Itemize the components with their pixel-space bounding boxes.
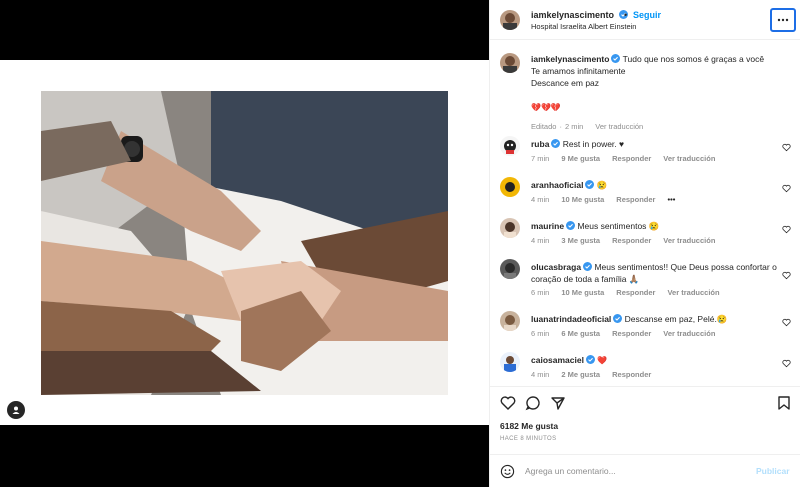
publish-button[interactable]: Publicar — [756, 466, 790, 476]
translate-link[interactable]: Ver traducción — [663, 236, 715, 245]
heart-icon[interactable] — [782, 359, 791, 368]
comment-text: ruba Rest in power. ♥ — [531, 139, 625, 149]
heart-icon[interactable] — [782, 184, 791, 193]
more-options-icon — [777, 18, 789, 22]
heart-icon[interactable] — [782, 225, 791, 234]
reply-button[interactable]: Responder — [616, 288, 655, 297]
post-sidebar: iamkelynascimento • Seguir Hospital Isra… — [489, 0, 800, 487]
reply-button[interactable]: Responder — [616, 195, 655, 204]
author-avatar[interactable] — [500, 53, 520, 73]
translate-link[interactable]: Ver traducción — [595, 122, 643, 131]
author-username[interactable]: iamkelynascimento — [531, 10, 628, 20]
verified-icon — [585, 180, 595, 189]
comment-text: luanatrindadeoficial Descanse em paz, Pe… — [531, 314, 728, 324]
bookmark-icon[interactable] — [776, 395, 792, 411]
comment-meta: 4 min 3 Me gusta Responder Ver traducción — [531, 236, 716, 245]
comment-likes[interactable]: 6 Me gusta — [561, 329, 600, 338]
verified-icon — [585, 355, 595, 364]
avatar[interactable] — [500, 177, 520, 197]
follow-button[interactable]: Seguir — [633, 10, 661, 20]
comment-likes[interactable]: 2 Me gusta — [561, 370, 600, 379]
more-options-button[interactable] — [770, 8, 796, 32]
caption-text: iamkelynascimento Tudo que nos somos é g… — [531, 54, 765, 112]
comment-likes[interactable]: 9 Me gusta — [561, 154, 600, 163]
comment-icon[interactable] — [525, 395, 541, 411]
avatar[interactable] — [500, 311, 520, 331]
comment-likes[interactable]: 3 Me gusta — [561, 236, 600, 245]
comment-text: maurine Meus sentimentos 😢 — [531, 221, 660, 231]
avatar[interactable] — [500, 352, 520, 372]
post-actions: 6182 Me gusta HACE 8 MINUTOS — [490, 386, 800, 450]
comment-composer: Publicar — [490, 454, 800, 487]
comment-meta: 4 min 10 Me gusta Responder ••• — [531, 195, 676, 204]
post-photo[interactable] — [41, 91, 448, 395]
heart-icon[interactable] — [782, 318, 791, 327]
comment-likes[interactable]: 10 Me gusta — [561, 288, 604, 297]
heart-icon[interactable] — [782, 271, 791, 280]
comment-meta: 6 min 10 Me gusta Responder Ver traducción — [531, 288, 720, 297]
comment-meta: 4 min 2 Me gusta Responder — [531, 370, 652, 379]
verified-icon — [611, 54, 621, 63]
avatar[interactable] — [500, 259, 520, 279]
translate-link[interactable]: Ver traducción — [667, 288, 719, 297]
author-avatar[interactable] — [500, 10, 520, 30]
caption-meta: Editado · 2 min Ver traducción — [531, 122, 644, 131]
verified-icon — [551, 139, 561, 148]
like-count[interactable]: 6182 Me gusta — [500, 421, 558, 431]
reply-button[interactable]: Responder — [612, 370, 651, 379]
comment-meta: 7 min 9 Me gusta Responder Ver traducción — [531, 154, 716, 163]
comment-input[interactable] — [525, 463, 745, 479]
post-header: iamkelynascimento • Seguir Hospital Isra… — [490, 0, 800, 40]
avatar[interactable] — [500, 218, 520, 238]
verified-icon — [613, 314, 623, 323]
comment-likes[interactable]: 10 Me gusta — [561, 195, 604, 204]
comment-text: olucasbraga Meus sentimentos!! Que Deus … — [531, 262, 777, 284]
caption-emoji: 💔💔💔 — [531, 103, 561, 112]
post-timestamp: HACE 8 MINUTOS — [500, 436, 557, 442]
comment-text: caiosamaciel ❤️ — [531, 355, 608, 365]
post-location[interactable]: Hospital Israelita Albert Einstein — [531, 22, 636, 31]
emoji-icon[interactable] — [500, 464, 515, 479]
comment-text: aranhaoficial 😢 — [531, 180, 608, 190]
verified-icon — [566, 221, 576, 230]
comment-options-button[interactable]: ••• — [667, 195, 675, 204]
avatar[interactable] — [500, 136, 520, 156]
heart-icon[interactable] — [500, 395, 516, 411]
heart-icon[interactable] — [782, 143, 791, 152]
reply-button[interactable]: Responder — [612, 329, 651, 338]
reply-button[interactable]: Responder — [612, 154, 651, 163]
separator-dot: • — [624, 10, 628, 20]
comment-meta: 6 min 6 Me gusta Responder Ver traducción — [531, 329, 716, 338]
share-icon[interactable] — [550, 395, 566, 411]
translate-link[interactable]: Ver traducción — [663, 329, 715, 338]
verified-icon — [583, 262, 593, 271]
user-tag-icon[interactable] — [7, 401, 25, 419]
translate-link[interactable]: Ver traducción — [663, 154, 715, 163]
comments-list[interactable]: iamkelynascimento Tudo que nos somos é g… — [490, 41, 800, 386]
reply-button[interactable]: Responder — [612, 236, 651, 245]
media-pane — [0, 0, 489, 487]
